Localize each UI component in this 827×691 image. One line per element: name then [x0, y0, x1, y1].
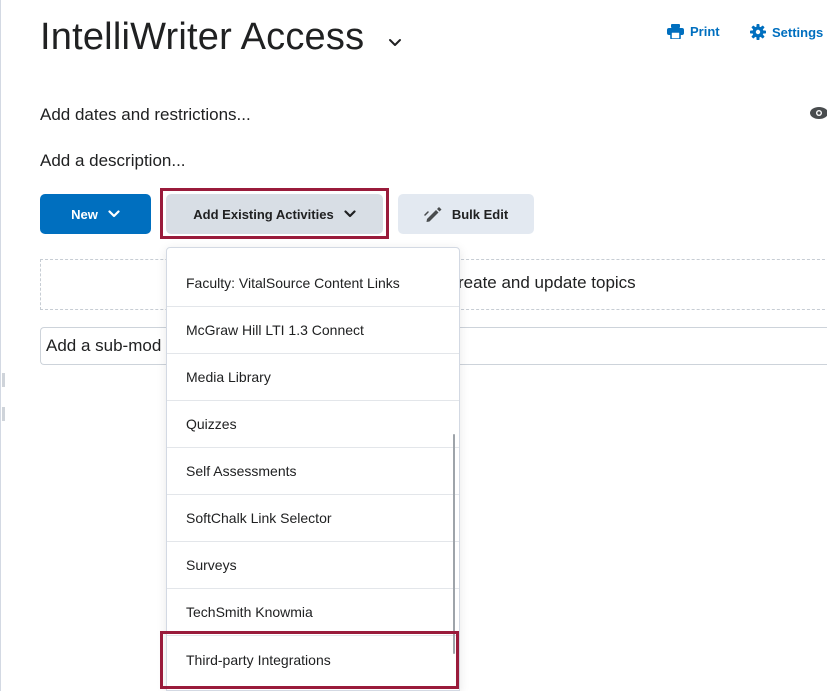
menu-scrollbar[interactable] — [453, 434, 455, 654]
add-description-link[interactable]: Add a description... — [40, 150, 186, 172]
left-border — [0, 0, 1, 691]
print-button[interactable]: Print — [667, 24, 720, 39]
highlight-third-party — [160, 631, 459, 689]
menu-item-media-library[interactable]: Media Library — [167, 354, 459, 401]
pencil-icon — [424, 207, 442, 222]
menu-item-self-assessments[interactable]: Self Assessments — [167, 448, 459, 495]
print-label: Print — [690, 24, 720, 39]
printer-icon — [667, 24, 684, 39]
menu-item-mcgraw-hill[interactable]: McGraw Hill LTI 1.3 Connect — [167, 307, 459, 354]
splitter-handle-bottom[interactable] — [2, 407, 5, 421]
bulk-edit-label: Bulk Edit — [451, 206, 509, 222]
bulk-edit-button[interactable]: Bulk Edit — [398, 194, 534, 234]
new-button-label: New — [71, 206, 98, 222]
add-existing-dropdown-menu: Faculty: VitalSource Content Links McGra… — [166, 247, 460, 691]
add-dates-restrictions-link[interactable]: Add dates and restrictions... — [40, 104, 251, 126]
splitter-handle-top[interactable] — [2, 373, 5, 387]
settings-label: Settings — [772, 24, 824, 40]
highlight-add-existing — [160, 188, 389, 239]
settings-button[interactable]: Settings — [750, 24, 823, 40]
menu-item-quizzes[interactable]: Quizzes — [167, 401, 459, 448]
chevron-down-icon[interactable] — [386, 33, 404, 51]
page-title: IntelliWriter Access — [40, 16, 365, 58]
chevron-down-icon — [108, 210, 120, 218]
eye-icon[interactable] — [809, 106, 827, 120]
menu-item-techsmith[interactable]: TechSmith Knowmia — [167, 589, 459, 636]
menu-item-surveys[interactable]: Surveys — [167, 542, 459, 589]
gear-icon — [750, 24, 766, 40]
drop-zone-text: reate and update topics — [458, 273, 636, 292]
menu-item-softchalk[interactable]: SoftChalk Link Selector — [167, 495, 459, 542]
new-button[interactable]: New — [40, 194, 151, 234]
add-submodule-placeholder: Add a sub-mod — [46, 336, 162, 355]
menu-item-vitalsource[interactable]: Faculty: VitalSource Content Links — [167, 260, 459, 307]
